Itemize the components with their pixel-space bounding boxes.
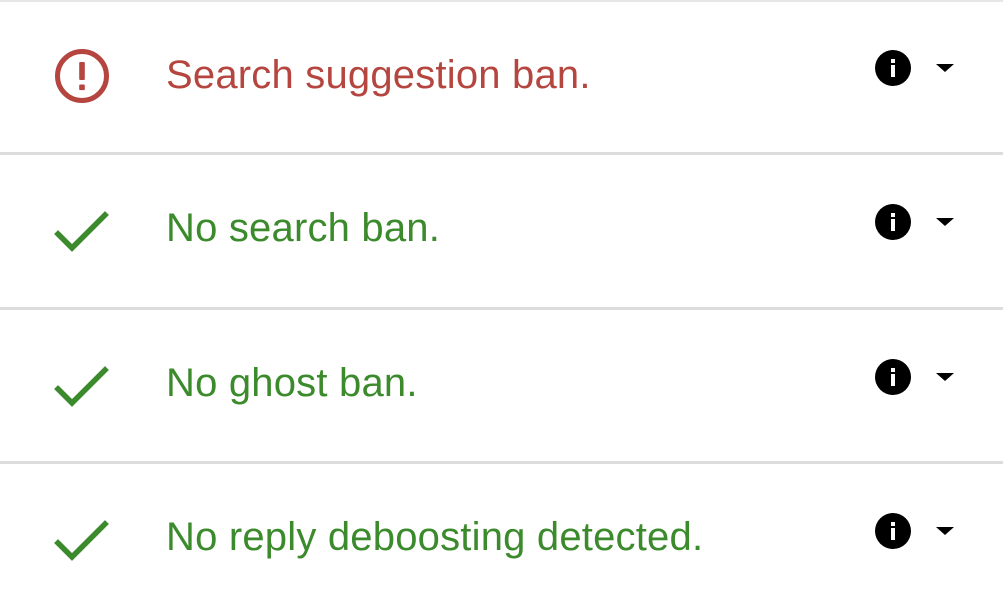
caret-down-icon[interactable] <box>935 216 955 228</box>
caret-down-icon[interactable] <box>935 62 955 74</box>
info-icon[interactable] <box>875 204 911 240</box>
result-row-search-ban[interactable]: No search ban. <box>0 154 1003 306</box>
result-label: No search ban. <box>166 206 441 250</box>
check-icon <box>52 355 112 415</box>
ban-check-results: Search suggestion ban. No search ban. No… <box>0 0 1003 601</box>
result-row-ghost-ban[interactable]: No ghost ban. <box>0 309 1003 461</box>
check-icon <box>52 200 112 260</box>
check-icon <box>52 509 112 569</box>
info-icon[interactable] <box>875 513 911 549</box>
caret-down-icon[interactable] <box>935 371 955 383</box>
result-label: No reply deboosting detected. <box>166 515 704 559</box>
result-row-reply-deboosting[interactable]: No reply deboosting detected. <box>0 463 1003 601</box>
caret-down-icon[interactable] <box>935 525 955 537</box>
result-row-search-suggestion-ban[interactable]: Search suggestion ban. <box>0 0 1003 152</box>
result-label: Search suggestion ban. <box>166 53 591 97</box>
info-icon[interactable] <box>875 50 911 86</box>
result-label: No ghost ban. <box>166 361 418 405</box>
alert-circle-icon <box>52 46 112 106</box>
info-icon[interactable] <box>875 359 911 395</box>
